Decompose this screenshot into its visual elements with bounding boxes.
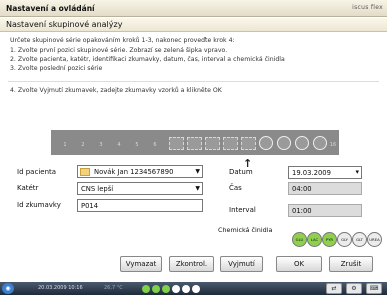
tube-id-input[interactable]: P014	[77, 199, 203, 212]
chemicals-label: Chemická činidla	[218, 226, 273, 234]
interval-label: Interval	[229, 206, 256, 214]
taskbar: ◉ 20.03.2009 10:16 26,7 °C ⇄ ⚙ ⌨	[0, 282, 387, 295]
interval-field: 01:00	[288, 204, 362, 217]
keyboard-icon[interactable]: ⌨	[366, 283, 382, 294]
date-picker[interactable]: 19.03.2009 ▾	[288, 166, 362, 179]
instructions-panel: Určete skupinové série opakováním kroků …	[4, 34, 383, 100]
catheter-label: Katétr	[17, 184, 39, 192]
selected-slot[interactable]	[205, 137, 220, 150]
status-indicator-icon	[162, 285, 170, 293]
tube-value: P014	[81, 202, 99, 210]
instruction-step-3: 3. Zvolte poslední pozici série	[10, 65, 103, 72]
date-value: 19.03.2009	[292, 169, 331, 177]
chemical-toggle-glt[interactable]: GLT	[352, 232, 367, 247]
time-field: 04:00	[288, 182, 362, 195]
status-indicator-icon	[142, 285, 150, 293]
patient-color-swatch	[80, 168, 90, 176]
section-title: Nastavení skupinové analýzy	[6, 20, 123, 29]
clear-button[interactable]: Vymazat	[120, 256, 162, 272]
carousel-position-4[interactable]: 4	[113, 142, 125, 148]
empty-slot[interactable]	[259, 136, 273, 150]
time-label: Čas	[229, 184, 242, 192]
chevron-down-icon[interactable]: ▼	[195, 168, 200, 175]
instruction-divider	[8, 81, 379, 82]
check-button[interactable]: Zkontrol.	[169, 256, 214, 272]
carousel-position-2[interactable]: 2	[77, 142, 89, 148]
selected-slot[interactable]	[169, 137, 184, 150]
instruction-step-1: 1. Zvolte první pozici skupinové série. …	[10, 47, 228, 54]
network-icon[interactable]: ⇄	[326, 283, 342, 294]
taskbar-temperature: 26,7 °C	[104, 285, 123, 291]
window-title: Nastavení a ovládání	[6, 4, 95, 13]
patient-value: Novák Jan 1234567890	[94, 168, 174, 176]
chemical-toggle-urea[interactable]: UREA	[367, 232, 382, 247]
cancel-button[interactable]: Zrušit	[329, 256, 373, 272]
status-indicator-icon	[182, 285, 190, 293]
section-header: Nastavení skupinové analýzy	[0, 18, 387, 32]
patient-combobox[interactable]: Novák Jan 1234567890 ▼	[77, 165, 203, 178]
carousel-position-3[interactable]: 3	[95, 142, 107, 148]
chemical-toggle-glu[interactable]: GLU	[292, 232, 307, 247]
status-indicator-icon	[172, 285, 180, 293]
catheter-combobox[interactable]: CNS lepší ▼	[77, 182, 203, 195]
taskbar-datetime: 20.03.2009 10:16	[38, 285, 83, 291]
status-indicator-icon	[192, 285, 200, 293]
sample-carousel[interactable]: 1 2 3 4 5 6 7 8 9 10 11 12 13 14 15 16	[51, 130, 339, 155]
chemical-toggle-gly[interactable]: GLY	[337, 232, 352, 247]
brand-logo: iscus flex	[352, 4, 383, 11]
time-value: 04:00	[292, 185, 312, 193]
empty-slot[interactable]	[313, 136, 327, 150]
carousel-position-16[interactable]: 16	[327, 142, 339, 148]
carousel-position-5[interactable]: 5	[131, 142, 143, 148]
chemical-toggle-pyr[interactable]: PYR	[322, 232, 337, 247]
settings-icon[interactable]: ⚙	[346, 283, 362, 294]
instruction-step-4: 4. Zvolte Vyjmutí zkumavek, zadejte zkum…	[10, 87, 222, 94]
interval-value: 01:00	[292, 207, 312, 215]
title-bar: Nastavení a ovládání iscus flex	[0, 0, 387, 17]
patient-label: Id pacienta	[17, 168, 57, 176]
catheter-value: CNS lepší	[81, 185, 114, 193]
status-indicator-icon	[152, 285, 160, 293]
selected-slot[interactable]	[223, 137, 238, 150]
carousel-position-1[interactable]: 1	[59, 142, 71, 148]
tube-label: Id zkumavky	[17, 201, 61, 209]
instruction-step-2: 2. Zvolte pacienta, katétr, identifikaci…	[10, 56, 285, 63]
start-icon[interactable]: ◉	[2, 283, 14, 294]
empty-slot[interactable]	[277, 136, 291, 150]
selected-slot[interactable]	[187, 137, 202, 150]
instruction-intro: Určete skupinové série opakováním kroků …	[10, 37, 235, 44]
ok-button[interactable]: OK	[276, 256, 322, 272]
empty-slot[interactable]	[295, 136, 309, 150]
chevron-down-icon[interactable]: ▼	[195, 185, 200, 192]
chevron-down-icon[interactable]: ▾	[355, 168, 359, 176]
carousel-position-6[interactable]: 6	[149, 142, 161, 148]
selected-slot[interactable]	[241, 137, 256, 150]
chemical-toggle-lac[interactable]: LAC	[307, 232, 322, 247]
date-label: Datum	[229, 168, 253, 176]
remove-tubes-button[interactable]: Vyjmutí	[220, 256, 263, 272]
